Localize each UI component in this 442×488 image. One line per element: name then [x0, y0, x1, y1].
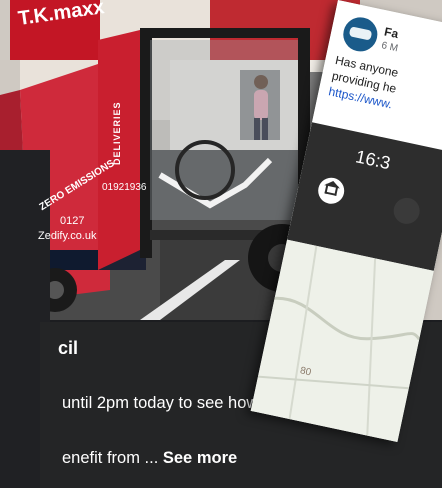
status-clock: 16:3 [353, 146, 393, 174]
home-icon[interactable] [315, 175, 347, 207]
post-author-name[interactable]: cil [58, 338, 78, 359]
map-label: 80 [298, 365, 313, 379]
post-text-line-2: enefit from ... See more [62, 449, 237, 468]
fb-page-name[interactable]: Fa [383, 25, 400, 42]
van-phone: 01921936 [102, 182, 147, 193]
van-website: Zedify.co.uk [38, 230, 97, 242]
post-text-line-2-prefix: enefit from ... [62, 449, 163, 467]
avatar[interactable] [337, 11, 383, 57]
see-more-link[interactable]: See more [163, 449, 237, 467]
fb-post-date: 6 M [380, 40, 399, 55]
van-phone-2: 0127 [60, 215, 85, 227]
van-vertical-text: DELIVERIES [112, 101, 122, 165]
profile-icon[interactable] [391, 195, 423, 227]
